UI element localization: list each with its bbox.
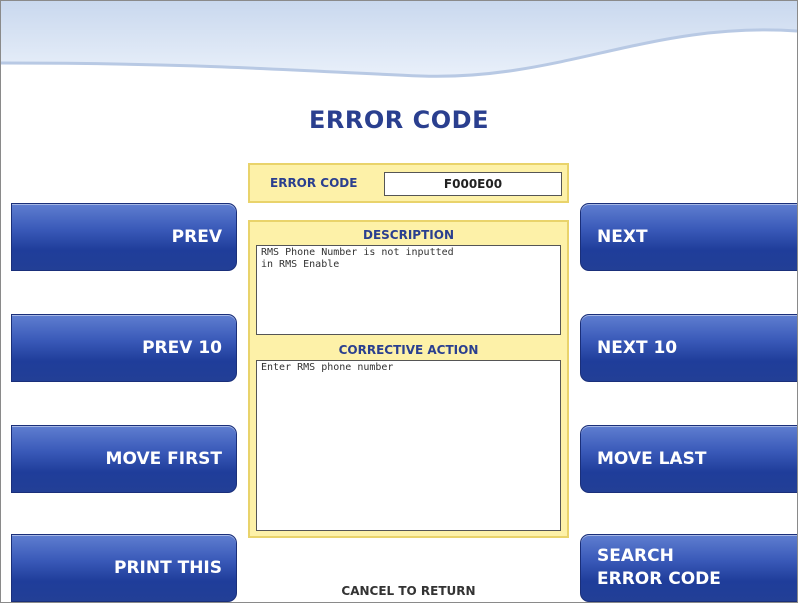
description-line: in RMS Enable: [261, 259, 340, 270]
next-10-button-label: NEXT 10: [597, 337, 678, 358]
next-button-label: NEXT: [597, 226, 648, 247]
prev-button[interactable]: PREV: [11, 203, 237, 271]
corrective-action-title: CORRECTIVE ACTION: [338, 343, 479, 357]
header-wave-graphic: [1, 1, 797, 78]
move-first-button[interactable]: MOVE FIRST: [11, 425, 237, 493]
description-title: DESCRIPTION: [362, 228, 454, 242]
error-code-label: ERROR CODE: [270, 176, 358, 190]
next-10-button[interactable]: NEXT 10: [580, 314, 797, 382]
prev-10-button[interactable]: PREV 10: [11, 314, 237, 382]
print-this-button-label: PRINT THIS: [113, 557, 222, 578]
print-this-button[interactable]: PRINT THIS: [11, 534, 237, 602]
search-error-code-button-label: SEARCH ERROR CODE: [597, 545, 721, 591]
error-code-panel: ERROR CODE F000E00: [248, 163, 569, 203]
corrective-action-line: Enter RMS phone number: [261, 362, 394, 373]
error-info-panel: DESCRIPTION RMS Phone Number is not inpu…: [248, 220, 569, 538]
prev-10-button-label: PREV 10: [142, 337, 222, 358]
error-code-value: F000E00: [384, 172, 562, 196]
next-button[interactable]: NEXT: [580, 203, 797, 271]
move-last-button-label: MOVE LAST: [597, 448, 707, 469]
atm-screen: ERROR CODE PREV PREV 10 MOVE FIRST PRINT…: [0, 0, 798, 603]
move-last-button[interactable]: MOVE LAST: [580, 425, 797, 493]
cancel-to-return-text: CANCEL TO RETURN: [341, 584, 476, 598]
description-text: RMS Phone Number is not inputted in RMS …: [256, 245, 561, 335]
prev-button-label: PREV: [171, 226, 222, 247]
corrective-action-text: Enter RMS phone number: [256, 360, 561, 531]
search-label-line2: ERROR CODE: [597, 569, 721, 589]
search-error-code-button[interactable]: SEARCH ERROR CODE: [580, 534, 797, 602]
search-label-line1: SEARCH: [597, 546, 674, 566]
description-line: RMS Phone Number is not inputted: [261, 247, 454, 258]
page-title: ERROR CODE: [309, 106, 489, 134]
move-first-button-label: MOVE FIRST: [105, 448, 222, 469]
